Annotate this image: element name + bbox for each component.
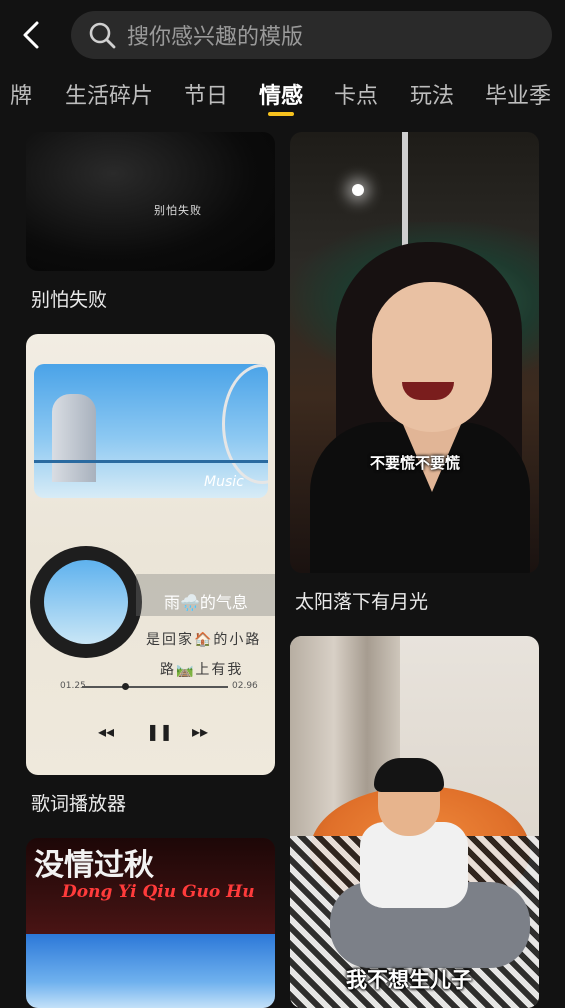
card2-photo: Music (34, 364, 268, 498)
card3-banner: 没情过秋 Dong Yi Qiu Guo Hu (26, 838, 275, 934)
card4-title[interactable]: 太阳落下有月光 (295, 587, 428, 614)
disc-cover (44, 560, 128, 644)
card1-overlay-text: 别怕失败 (154, 204, 202, 217)
rewind-icon: ◂◂ (98, 722, 115, 741)
card5-caption: 我不想生儿子 (346, 968, 472, 992)
sky-image (26, 934, 275, 1008)
tab-0[interactable]: 牌 (10, 78, 32, 110)
back-arrow-icon (23, 21, 39, 49)
lyric-line-3: 路🛤️上有我 (160, 662, 244, 678)
template-card-4[interactable]: 不要慌不要慌 (290, 132, 539, 573)
vinyl-disc-icon (30, 546, 142, 658)
coaster-track (34, 460, 268, 470)
progress-bar (82, 686, 228, 688)
music-label: Music (204, 474, 244, 490)
tab-2[interactable]: 节日 (184, 78, 228, 110)
template-card-5[interactable]: 我不想生儿子 (290, 636, 539, 1008)
search-placeholder: 搜你感兴趣的模版 (127, 25, 304, 50)
time-total: 02.96 (232, 681, 258, 691)
lyric-line-1: 雨🌧️的气息 (164, 593, 248, 612)
pause-icon: ❚❚ (146, 722, 173, 741)
street-light (352, 184, 364, 196)
card1-title[interactable]: 别怕失败 (31, 285, 107, 312)
tab-5[interactable]: 玩法 (410, 78, 454, 110)
template-card-1[interactable]: 别怕失败 (26, 132, 275, 271)
card2-title[interactable]: 歌词播放器 (31, 789, 126, 816)
template-card-2[interactable]: Music 雨🌧️的气息 是回家🏠的小路 路🛤️上有我 01.25 02.96 … (26, 334, 275, 775)
progress-knob (122, 683, 129, 690)
lyric-line-2: 是回家🏠的小路 (146, 632, 262, 648)
woman-face (372, 282, 492, 432)
forward-icon: ▸▸ (192, 722, 209, 741)
boy-hair (374, 758, 444, 792)
search-icon (89, 22, 116, 49)
tab-4[interactable]: 卡点 (334, 78, 378, 110)
tab-1[interactable]: 生活碎片 (65, 78, 153, 110)
back-button[interactable] (14, 18, 48, 52)
search-input[interactable]: 搜你感兴趣的模版 (71, 11, 552, 59)
tab-6[interactable]: 毕业季 (485, 78, 551, 110)
card3-overlay-title: 没情过秋 (34, 848, 154, 883)
tab-3-active[interactable]: 情感 (259, 78, 303, 110)
top-bar: 搜你感兴趣的模版 (0, 0, 565, 70)
card4-caption: 不要慌不要慌 (370, 454, 461, 472)
active-tab-indicator (268, 112, 294, 116)
card3-overlay-subtitle: Dong Yi Qiu Guo Hu (62, 882, 255, 902)
template-card-3[interactable]: 没情过秋 Dong Yi Qiu Guo Hu (26, 838, 275, 1008)
